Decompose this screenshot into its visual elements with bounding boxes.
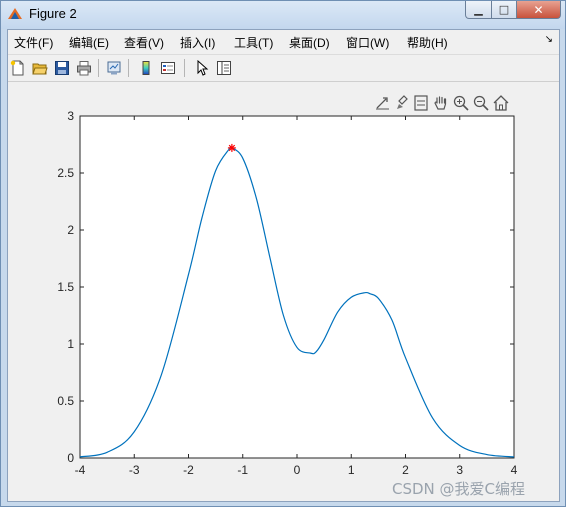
plot-area <box>79 115 515 459</box>
menu-help[interactable]: 帮助(H) <box>407 34 448 51</box>
title-bar[interactable]: Figure 2 ▁ □ ✕ <box>1 1 565 29</box>
close-button[interactable]: ✕ <box>516 1 561 19</box>
x-tick-label: -2 <box>183 463 194 477</box>
x-tick-label: -4 <box>75 463 86 477</box>
close-icon: ✕ <box>533 2 544 17</box>
menu-bar: 文件(F) 编辑(E) 查看(V) 插入(I) 工具(T) 桌面(D) 窗口(W… <box>8 30 559 52</box>
legend-icon <box>161 62 175 74</box>
save-button[interactable] <box>52 58 72 78</box>
colorbar-button[interactable] <box>136 58 156 78</box>
y-tick-label: 0.5 <box>57 394 74 408</box>
toolbar-separator <box>128 59 129 77</box>
y-tick-label: 2 <box>67 223 74 237</box>
print-button[interactable] <box>74 58 94 78</box>
property-inspector-button[interactable] <box>214 58 234 78</box>
open-folder-icon <box>32 63 48 75</box>
maximize-button[interactable]: □ <box>491 1 517 19</box>
x-tick-label: 4 <box>511 463 518 477</box>
toolbar-separator <box>184 59 185 77</box>
print-icon <box>77 61 91 76</box>
menu-overflow-arrow-icon[interactable]: ↘ <box>545 34 553 45</box>
menu-tools[interactable]: 工具(T) <box>234 34 273 51</box>
menu-desktop[interactable]: 桌面(D) <box>289 34 330 51</box>
figure-client-area: 文件(F) 编辑(E) 查看(V) 插入(I) 工具(T) 桌面(D) 窗口(W… <box>7 29 560 502</box>
y-tick-label: 0 <box>67 451 74 465</box>
window-title: Figure 2 <box>29 6 77 21</box>
pointer-arrow-icon <box>197 60 209 76</box>
figure-canvas: -4 -3 -2 -1 0 1 2 3 4 0 0.5 1 1.5 2 2.5 3 <box>8 82 559 501</box>
maximize-icon: □ <box>498 3 510 16</box>
pointer-button[interactable] <box>192 58 212 78</box>
new-figure-button[interactable] <box>8 58 28 78</box>
save-icon <box>55 61 69 75</box>
menu-edit[interactable]: 编辑(E) <box>69 34 109 51</box>
minimize-button[interactable]: ▁ <box>465 1 492 19</box>
x-tick-label: -3 <box>129 463 140 477</box>
y-tick-label: 1.5 <box>57 280 74 294</box>
new-figure-icon <box>10 60 24 76</box>
property-inspector-icon <box>217 61 231 75</box>
y-tick-label: 3 <box>67 109 74 123</box>
minimize-icon: ▁ <box>474 3 483 16</box>
matlab-icon <box>8 8 22 19</box>
x-tick-label: 2 <box>402 463 409 477</box>
watermark: CSDN @我爱C编程 <box>392 480 526 498</box>
y-tick-label: 1 <box>67 337 74 351</box>
menu-file[interactable]: 文件(F) <box>14 34 53 51</box>
legend-button[interactable] <box>158 58 178 78</box>
y-tick-label: 2.5 <box>57 166 74 180</box>
link-plot-icon <box>107 61 121 75</box>
x-tick-label: 0 <box>294 463 301 477</box>
figure-window: Figure 2 ▁ □ ✕ 文件(F) 编辑(E) 查看(V) 插入(I) 工… <box>0 0 566 507</box>
toolbar-separator <box>98 59 99 77</box>
x-tick-label: 1 <box>348 463 355 477</box>
menu-insert[interactable]: 插入(I) <box>180 34 215 51</box>
link-plot-button[interactable] <box>104 58 124 78</box>
colorbar-icon <box>142 61 150 75</box>
open-button[interactable] <box>30 58 50 78</box>
x-tick-label: -1 <box>237 463 248 477</box>
menu-view[interactable]: 查看(V) <box>124 34 164 51</box>
figure-toolbar <box>8 54 559 82</box>
x-tick-label: 3 <box>456 463 463 477</box>
plot-axes[interactable]: -4 -3 -2 -1 0 1 2 3 4 0 0.5 1 1.5 2 2.5 3 <box>8 82 559 501</box>
menu-window[interactable]: 窗口(W) <box>346 34 389 51</box>
